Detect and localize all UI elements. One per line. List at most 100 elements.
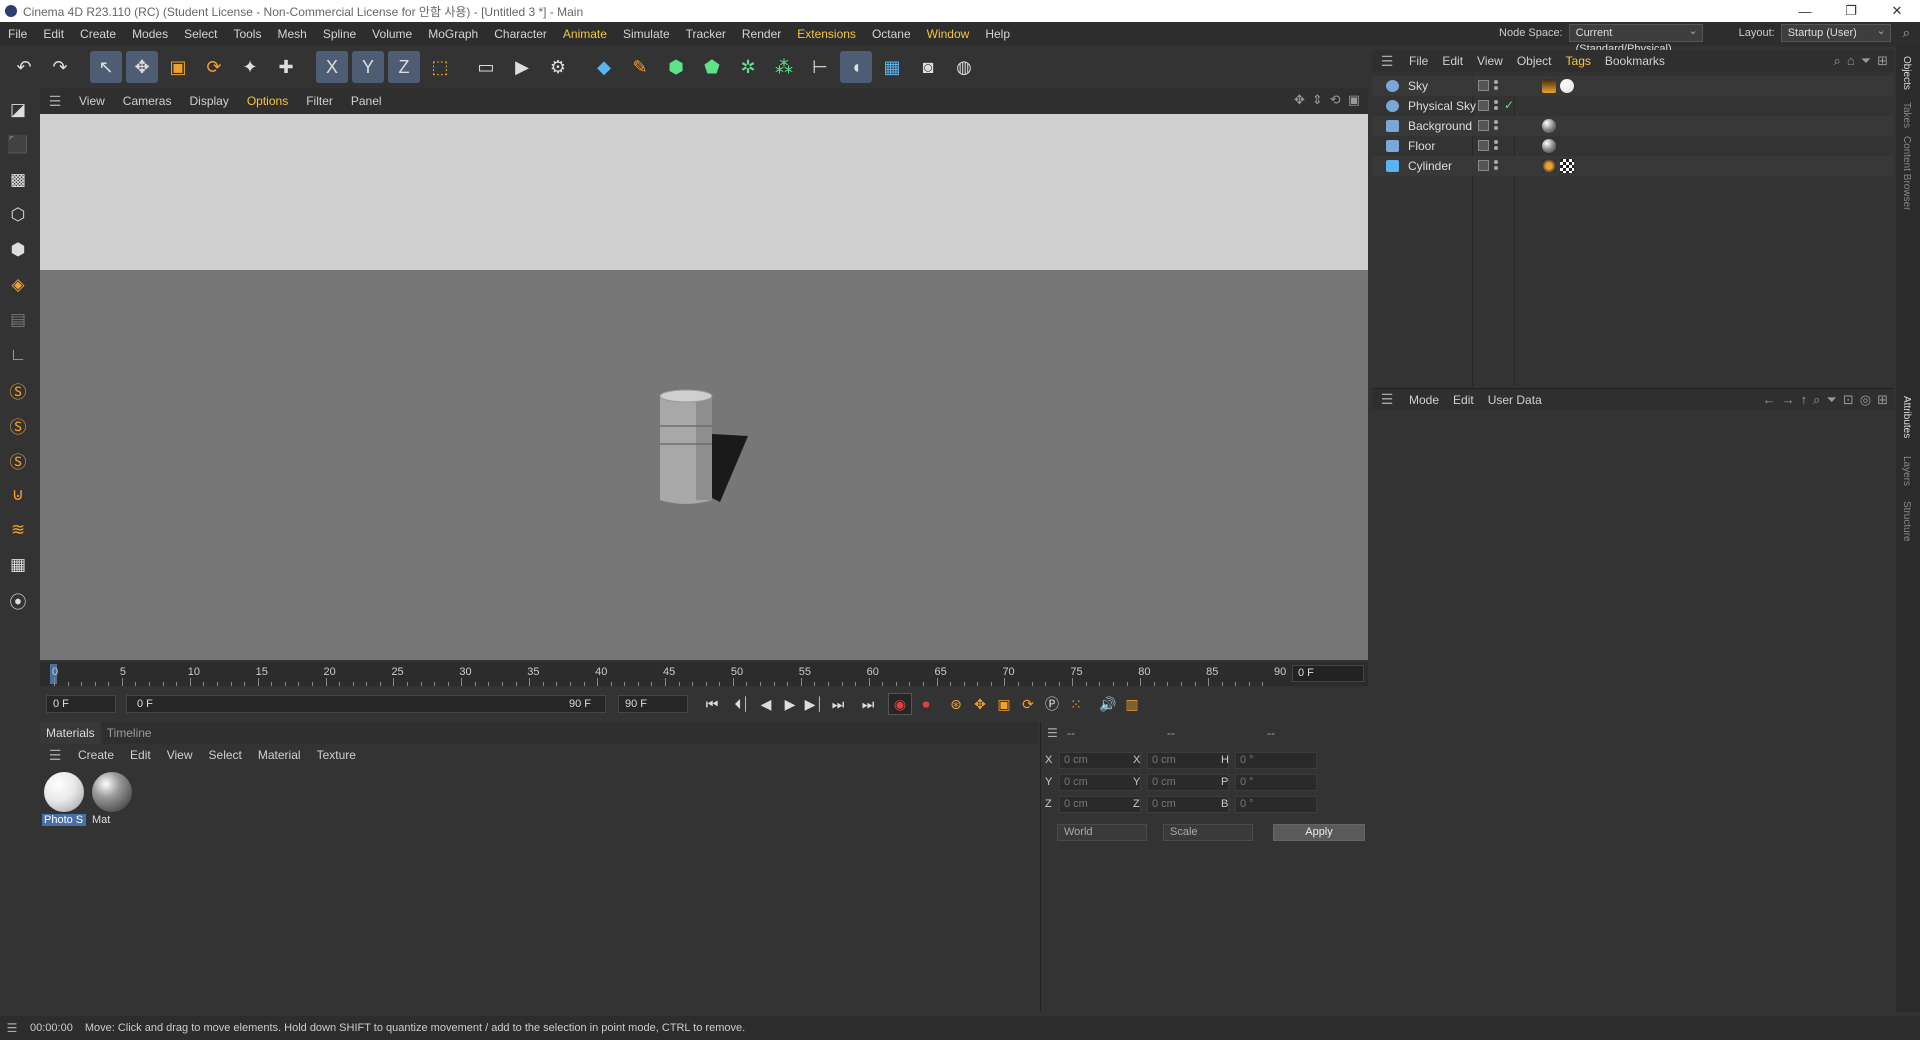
menu-spline[interactable]: Spline (315, 27, 364, 41)
side-tab-content-browser[interactable]: Content Browser (1901, 136, 1912, 210)
menu-volume[interactable]: Volume (364, 27, 420, 41)
start-frame-field[interactable]: 0 F (46, 695, 116, 713)
close-button[interactable]: ✕ (1874, 3, 1920, 19)
coordinate-mode-dropdown[interactable]: Scale (1163, 824, 1253, 841)
object-manager-list[interactable]: Sky Physical Sky ✓ Background Floor Cylinder (1372, 74, 1894, 386)
up-arrow-icon[interactable]: ↑ (1801, 392, 1808, 408)
menu-create[interactable]: Create (72, 27, 124, 41)
menu-mograph[interactable]: MoGraph (420, 27, 486, 41)
key-scale-icon[interactable]: ▣ (992, 693, 1016, 715)
sound-icon[interactable]: 🔊 (1096, 693, 1120, 715)
coord-system-icon[interactable]: ⬚ (424, 51, 456, 83)
transform-icon[interactable]: ✚ (270, 51, 302, 83)
tab-materials[interactable]: Materials (40, 722, 101, 744)
menu-help[interactable]: Help (977, 27, 1018, 41)
preview-range-slider[interactable]: 0 F 90 F (126, 695, 606, 713)
move-icon[interactable]: ✥ (126, 51, 158, 83)
orbit-icon[interactable]: ⟲ (1330, 92, 1341, 108)
attributes-menu-user-data[interactable]: User Data (1481, 393, 1549, 407)
edges-mode-icon[interactable]: ⬢ (3, 234, 33, 266)
objects-menu-edit[interactable]: Edit (1435, 54, 1470, 68)
axis-mode-icon[interactable]: ∟ (3, 339, 33, 371)
field-icon[interactable]: ◖ (840, 51, 872, 83)
mograph-icon[interactable]: ⁂ (768, 51, 800, 83)
search-icon[interactable]: ⌕ (1903, 25, 1910, 41)
menu-tools[interactable]: Tools (225, 27, 269, 41)
viewport-menu-filter[interactable]: Filter (297, 94, 342, 108)
object-tag-icon[interactable] (1560, 159, 1574, 173)
snap-icon[interactable]: Ⓢ (3, 374, 33, 406)
object-tag-icon[interactable] (1542, 79, 1556, 93)
forward-arrow-icon[interactable]: → (1782, 392, 1795, 408)
scale-icon[interactable]: ▣ (162, 51, 194, 83)
side-tab-takes[interactable]: Takes (1901, 102, 1912, 128)
lock-workplane-icon[interactable]: ⦿ (3, 584, 33, 616)
autokey-icon[interactable]: ◉ (888, 693, 912, 715)
side-tab-attributes[interactable]: Attributes (1901, 396, 1912, 438)
visibility-dots[interactable] (1494, 158, 1498, 174)
menu-modes[interactable]: Modes (124, 27, 176, 41)
go-to-end-icon[interactable]: ⏭ (856, 693, 880, 715)
menu-extensions[interactable]: Extensions (789, 27, 864, 41)
side-tab-layers[interactable]: Layers (1901, 456, 1912, 486)
x-axis-icon[interactable]: X (316, 51, 348, 83)
filter-icon[interactable]: ⏷ (1861, 53, 1871, 69)
quantize-icon[interactable]: Ⓢ (3, 444, 33, 476)
key-rotation-icon[interactable]: ⟳ (1016, 693, 1040, 715)
render-view-icon[interactable]: ▭ (470, 51, 502, 83)
materials-menu-material[interactable]: Material (250, 748, 309, 762)
maximize-button[interactable]: ❐ (1828, 3, 1874, 19)
y-axis-icon[interactable]: Y (352, 51, 384, 83)
enabled-check-icon[interactable]: ✓ (1504, 98, 1514, 112)
viewport-menu-options[interactable]: Options (238, 94, 297, 108)
texture-mode-icon[interactable]: ▩ (3, 164, 33, 196)
objects-menu-tags[interactable]: Tags (1559, 54, 1598, 68)
redo-icon[interactable]: ↷ (44, 51, 76, 83)
back-arrow-icon[interactable]: ← (1763, 392, 1776, 408)
materials-menu-icon[interactable]: ☰ (40, 747, 70, 764)
extrude-icon[interactable]: ⬟ (696, 51, 728, 83)
minimize-button[interactable]: — (1782, 4, 1828, 19)
select-icon[interactable]: ↖ (90, 51, 122, 83)
end-frame-field[interactable]: 90 F (618, 695, 688, 713)
menu-animate[interactable]: Animate (555, 27, 615, 41)
visibility-dots[interactable] (1494, 138, 1498, 154)
materials-menu-texture[interactable]: Texture (309, 748, 364, 762)
object-row-floor[interactable]: Floor (1372, 136, 1894, 156)
size-z-field[interactable]: 0 cm (1147, 796, 1229, 813)
search-icon[interactable]: ⌕ (1834, 53, 1841, 69)
z-axis-icon[interactable]: Z (388, 51, 420, 83)
undo-icon[interactable]: ↶ (8, 51, 40, 83)
object-row-cylinder[interactable]: Cylinder (1372, 156, 1894, 176)
filter-icon[interactable]: ⏷ (1826, 392, 1836, 408)
position-y-field[interactable]: 0 cm (1059, 774, 1141, 791)
make-editable-icon[interactable]: ◪ (3, 94, 33, 126)
new-window-icon[interactable]: ⊞ (1877, 53, 1888, 69)
layer-edit-toggle[interactable] (1478, 100, 1489, 111)
pan-icon[interactable]: ✥ (1294, 92, 1305, 108)
layer-edit-toggle[interactable] (1478, 120, 1489, 131)
menu-render[interactable]: Render (734, 27, 789, 41)
recent-tool-icon[interactable]: ✦ (234, 51, 266, 83)
menu-file[interactable]: File (0, 27, 35, 41)
prev-key-icon[interactable]: ⏴⏐ (730, 693, 754, 715)
home-icon[interactable]: ⌂ (1847, 53, 1855, 69)
object-tag-icon[interactable] (1542, 159, 1556, 173)
position-x-field[interactable]: 0 cm (1059, 752, 1141, 769)
layer-edit-toggle[interactable] (1478, 160, 1489, 171)
viewport-menu-panel[interactable]: Panel (342, 94, 391, 108)
go-to-start-icon[interactable]: ⏮ (700, 693, 724, 715)
render-settings-icon[interactable]: ⚙ (542, 51, 574, 83)
attributes-menu-mode[interactable]: Mode (1402, 393, 1446, 407)
key-position-icon[interactable]: ✥ (968, 693, 992, 715)
maximize-view-icon[interactable]: ▣ (1348, 92, 1360, 108)
workplane-icon[interactable]: ≋ (3, 514, 33, 546)
attributes-menu-edit[interactable]: Edit (1446, 393, 1481, 407)
size-x-field[interactable]: 0 cm (1147, 752, 1229, 769)
rotation-p-field[interactable]: 0 ° (1235, 774, 1317, 791)
zoom-icon[interactable]: ⇕ (1312, 92, 1323, 108)
timeline-window-icon[interactable]: ▥ (1120, 693, 1144, 715)
magnet-icon[interactable]: ⊍ (3, 479, 33, 511)
side-tab-objects[interactable]: Objects (1901, 56, 1912, 90)
target-icon[interactable]: ◎ (1860, 392, 1871, 408)
